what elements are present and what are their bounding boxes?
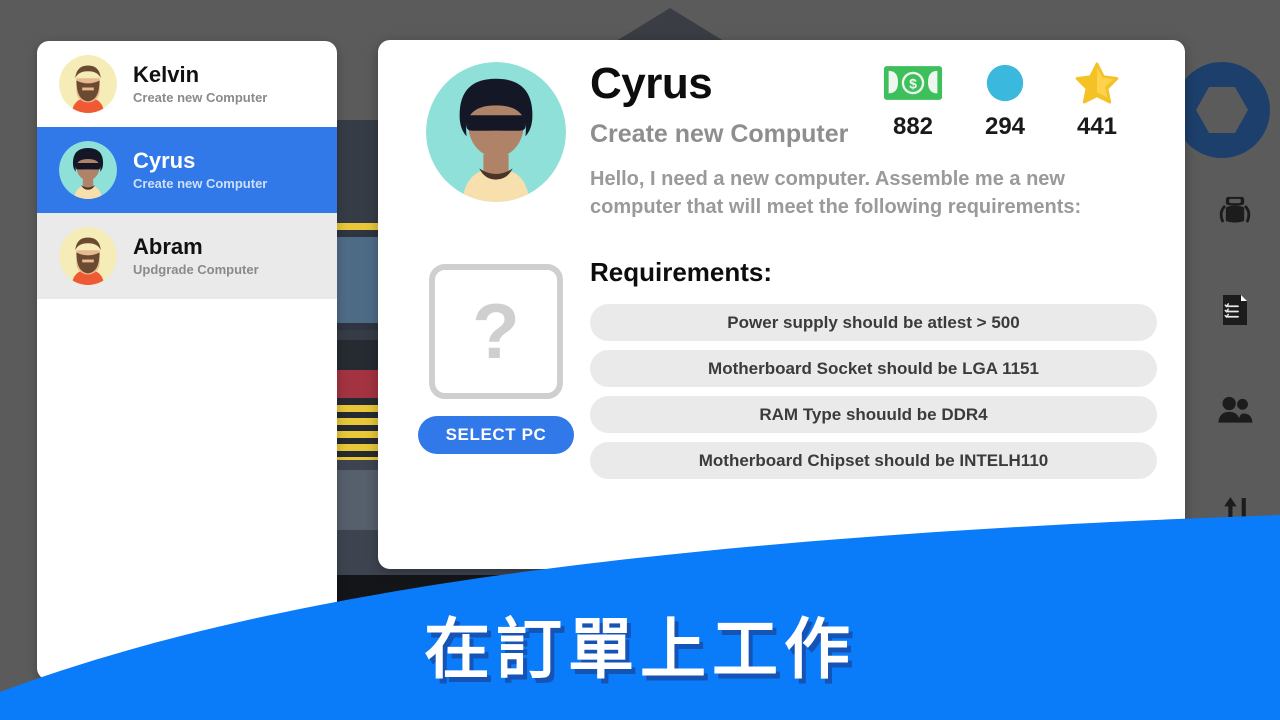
stat-value: 441 <box>1076 113 1118 140</box>
hex-cutout <box>1196 87 1248 133</box>
requirement-item: Motherboard Socket should be LGA 1151 <box>590 350 1157 388</box>
customers-button[interactable] <box>1200 376 1270 446</box>
list-item-text: Kelvin Create new Computer <box>133 61 268 106</box>
gem-icon <box>973 62 1037 104</box>
customer-task: Create new Computer <box>133 90 268 106</box>
dialog-right-column: Cyrus Create new Computer $ 882 294 441 … <box>590 62 1157 480</box>
dialog-header: Cyrus Create new Computer $ 882 294 441 <box>590 62 1157 149</box>
customer-name: Cyrus <box>133 147 196 173</box>
stat-gem: 294 <box>973 62 1037 141</box>
orders-button[interactable] <box>1200 275 1270 345</box>
requirement-item: RAM Type shouuld be DDR4 <box>590 396 1157 434</box>
robot-button[interactable] <box>1200 176 1270 246</box>
requirements-title: Requirements: <box>590 257 773 288</box>
select-pc-button[interactable]: SELECT PC <box>418 416 574 454</box>
stat-value: 882 <box>892 113 934 140</box>
stat-value: 294 <box>984 113 1026 140</box>
dialog-titles: Cyrus Create new Computer <box>590 62 848 149</box>
order-type: Create new Computer <box>590 120 849 148</box>
svg-text:$: $ <box>909 76 917 92</box>
list-item-text: Cyrus Create new Computer <box>133 147 268 192</box>
hex-nut-logo-icon <box>1174 62 1270 158</box>
customer-task: Create new Computer <box>133 176 268 192</box>
list-item-text: Abram Updgrade Computer <box>133 233 259 278</box>
order-description: Hello, I need a new computer. Assemble m… <box>590 168 1082 218</box>
customer-name: Kelvin <box>133 61 200 87</box>
bearded-man-avatar-icon <box>59 227 117 285</box>
pc-slot[interactable]: ? <box>429 264 563 399</box>
star-icon <box>1065 62 1129 104</box>
list-item[interactable]: Cyrus Create new Computer <box>37 127 337 213</box>
list-item[interactable]: Abram Updgrade Computer <box>37 213 337 299</box>
list-item[interactable]: Kelvin Create new Computer <box>37 41 337 127</box>
avatar <box>59 55 117 113</box>
bearded-man-avatar-icon <box>59 55 117 113</box>
requirements-list: Power supply should be atlest > 500 Moth… <box>590 304 1157 480</box>
avatar <box>426 62 566 202</box>
dialog-left-column: ? SELECT PC <box>411 62 581 454</box>
customer-name: Abram <box>133 233 203 259</box>
game-screen: Kelvin Create new Computer Cyrus Create … <box>0 0 1280 720</box>
avatar <box>59 141 117 199</box>
afro-sunglasses-avatar-icon <box>426 62 566 202</box>
stat-money: $ 882 <box>881 62 945 141</box>
banner-caption: 在訂單上工作 <box>424 611 856 688</box>
avatar <box>59 227 117 285</box>
pc-slot-placeholder: ? <box>472 287 520 375</box>
people-icon <box>1218 396 1253 423</box>
page-title: Cyrus <box>590 59 713 108</box>
money-icon: $ <box>881 62 945 104</box>
order-document-icon <box>1223 295 1247 325</box>
requirement-item: Power supply should be atlest > 500 <box>590 304 1157 342</box>
afro-sunglasses-avatar-icon <box>59 141 117 199</box>
customer-task: Updgrade Computer <box>133 262 259 278</box>
robot-icon <box>1219 196 1251 223</box>
stat-star: 441 <box>1065 62 1129 141</box>
stats-bar: $ 882 294 441 <box>881 62 1129 141</box>
